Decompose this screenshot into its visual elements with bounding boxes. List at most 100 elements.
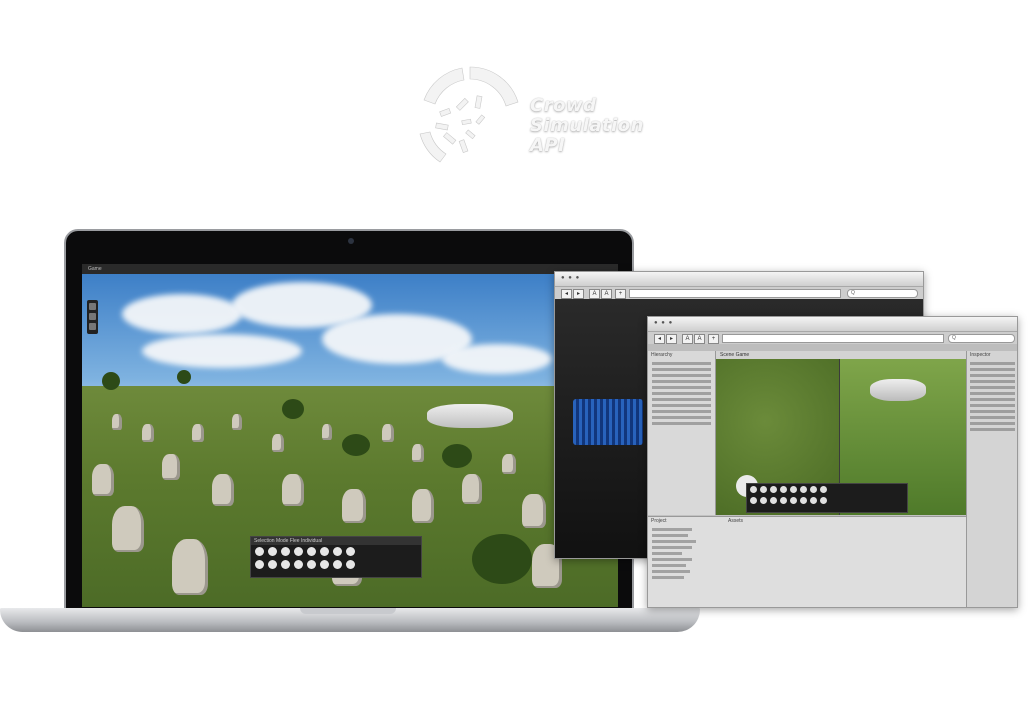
font-small-button[interactable]: A [682, 334, 693, 344]
address-bar[interactable] [722, 334, 944, 343]
crowd-tool-icon[interactable] [281, 560, 290, 569]
inspector-panel[interactable]: Inspector [966, 351, 1017, 607]
cloud [142, 334, 302, 368]
tree [342, 434, 370, 456]
crowd-agent [112, 506, 144, 552]
play-tool-icon[interactable] [255, 560, 264, 569]
back-button[interactable]: ◂ [654, 334, 665, 344]
tree [442, 444, 472, 468]
font-small-button[interactable]: A [589, 289, 600, 299]
laptop-display: Game Selection Mode Flee Individual [64, 229, 634, 614]
crowd-creation-tool-panel[interactable] [746, 483, 908, 513]
block-tool-icon[interactable] [820, 497, 827, 504]
crowd-agent [272, 434, 284, 452]
laptop-screen: Game Selection Mode Flee Individual [82, 264, 618, 607]
tab-game[interactable]: Game [736, 352, 750, 358]
slash-tool-icon[interactable] [346, 547, 355, 556]
circular-fence [870, 379, 926, 401]
hierarchy-panel[interactable]: Hierarchy [648, 351, 716, 515]
target-tool-icon[interactable] [800, 497, 807, 504]
game-viewport[interactable]: Selection Mode Flee Individual [82, 274, 618, 607]
back-button[interactable]: ◂ [561, 289, 572, 299]
trash-tool-icon[interactable] [268, 560, 277, 569]
window-controls-icon[interactable]: ● ● ● [561, 275, 580, 281]
add-button[interactable]: + [615, 289, 626, 299]
agents-tool-icon[interactable] [780, 486, 787, 493]
gear-tool-icon[interactable] [810, 486, 817, 493]
crowd-add-tool-icon[interactable] [780, 497, 787, 504]
unity-toolbar [648, 344, 1017, 351]
crowd-agent [502, 454, 516, 474]
target-tool-icon[interactable] [320, 560, 329, 569]
circular-fence [427, 404, 513, 428]
crowd-agent [232, 414, 242, 430]
assets-label: Assets [728, 518, 744, 524]
crowd-agent [162, 454, 180, 480]
logo-line-crowd: Crowd [530, 95, 597, 116]
editor-window-front: ● ● ● ◂ ▸ A A + Q Hierarchy Scene Game I… [647, 316, 1018, 608]
brush-tool-icon[interactable] [790, 486, 797, 493]
move-tool-icon[interactable] [89, 303, 96, 310]
scene-game-panel[interactable]: Scene Game [716, 351, 966, 515]
grid-tool-icon[interactable] [268, 547, 277, 556]
laptop-opening-notch [300, 608, 396, 614]
crowd-agent [322, 424, 332, 440]
crowd-agent [522, 494, 546, 528]
rotate-tool-icon[interactable] [89, 313, 96, 320]
selected-crowd[interactable] [573, 399, 643, 445]
crowd-agent [172, 539, 208, 595]
crowd-agent [112, 414, 122, 430]
info-tool-icon[interactable] [750, 486, 757, 493]
cog-tool-icon[interactable] [333, 560, 342, 569]
circle-tool-icon[interactable] [320, 547, 329, 556]
add-button[interactable]: + [708, 334, 719, 344]
address-bar[interactable] [629, 289, 841, 298]
info-tool-icon[interactable] [255, 547, 264, 556]
crowd-agent [382, 424, 394, 442]
laptop-base [0, 608, 700, 632]
crowd-add-tool-icon[interactable] [294, 560, 303, 569]
search-field[interactable]: Q [847, 289, 918, 298]
trash-tool-icon[interactable] [760, 497, 767, 504]
sun-tool-icon[interactable] [281, 547, 290, 556]
logo-line-simulation: Simulation [530, 115, 644, 136]
font-large-button[interactable]: A [601, 289, 612, 299]
zoom-tool-icon[interactable] [89, 323, 96, 330]
tree [177, 370, 191, 384]
search-field[interactable]: Q [948, 334, 1015, 343]
crowd-creation-tool-panel[interactable]: Selection Mode Flee Individual [250, 536, 422, 578]
gear-tool-icon[interactable] [333, 547, 342, 556]
tab-scene[interactable]: Scene [720, 352, 734, 358]
crowd-agent [142, 424, 154, 442]
font-large-button[interactable]: A [694, 334, 705, 344]
play-tool-icon[interactable] [750, 497, 757, 504]
radial-burst-logo-icon [419, 66, 519, 163]
scene-game-tabs[interactable]: Scene Game [716, 351, 966, 359]
crowd-agent [192, 424, 204, 442]
webcam-icon [348, 238, 354, 244]
project-panel[interactable]: Project Assets [648, 516, 966, 607]
brush-tool-icon[interactable] [307, 547, 316, 556]
agents-tool-icon[interactable] [294, 547, 303, 556]
forward-button[interactable]: ▸ [666, 334, 677, 344]
grid-tool-icon[interactable] [760, 486, 767, 493]
crowd-tool-icon[interactable] [770, 497, 777, 504]
block-tool-icon[interactable] [346, 560, 355, 569]
circle-tool-icon[interactable] [800, 486, 807, 493]
tree [472, 534, 532, 584]
forward-button[interactable]: ▸ [573, 289, 584, 299]
slash-tool-icon[interactable] [820, 486, 827, 493]
view-controls[interactable] [87, 300, 98, 334]
cloud [122, 294, 242, 334]
tree [282, 399, 304, 419]
wand-tool-icon[interactable] [790, 497, 797, 504]
cog-tool-icon[interactable] [810, 497, 817, 504]
sun-tool-icon[interactable] [770, 486, 777, 493]
wand-tool-icon[interactable] [307, 560, 316, 569]
window-titlebar: ● ● ● [555, 272, 923, 287]
cloud [442, 344, 552, 374]
hierarchy-label: Hierarchy [651, 352, 673, 358]
crowd-agent [412, 444, 424, 462]
window-controls-icon[interactable]: ● ● ● [654, 320, 673, 326]
tool-panel-tabs[interactable]: Selection Mode Flee Individual [251, 537, 421, 545]
